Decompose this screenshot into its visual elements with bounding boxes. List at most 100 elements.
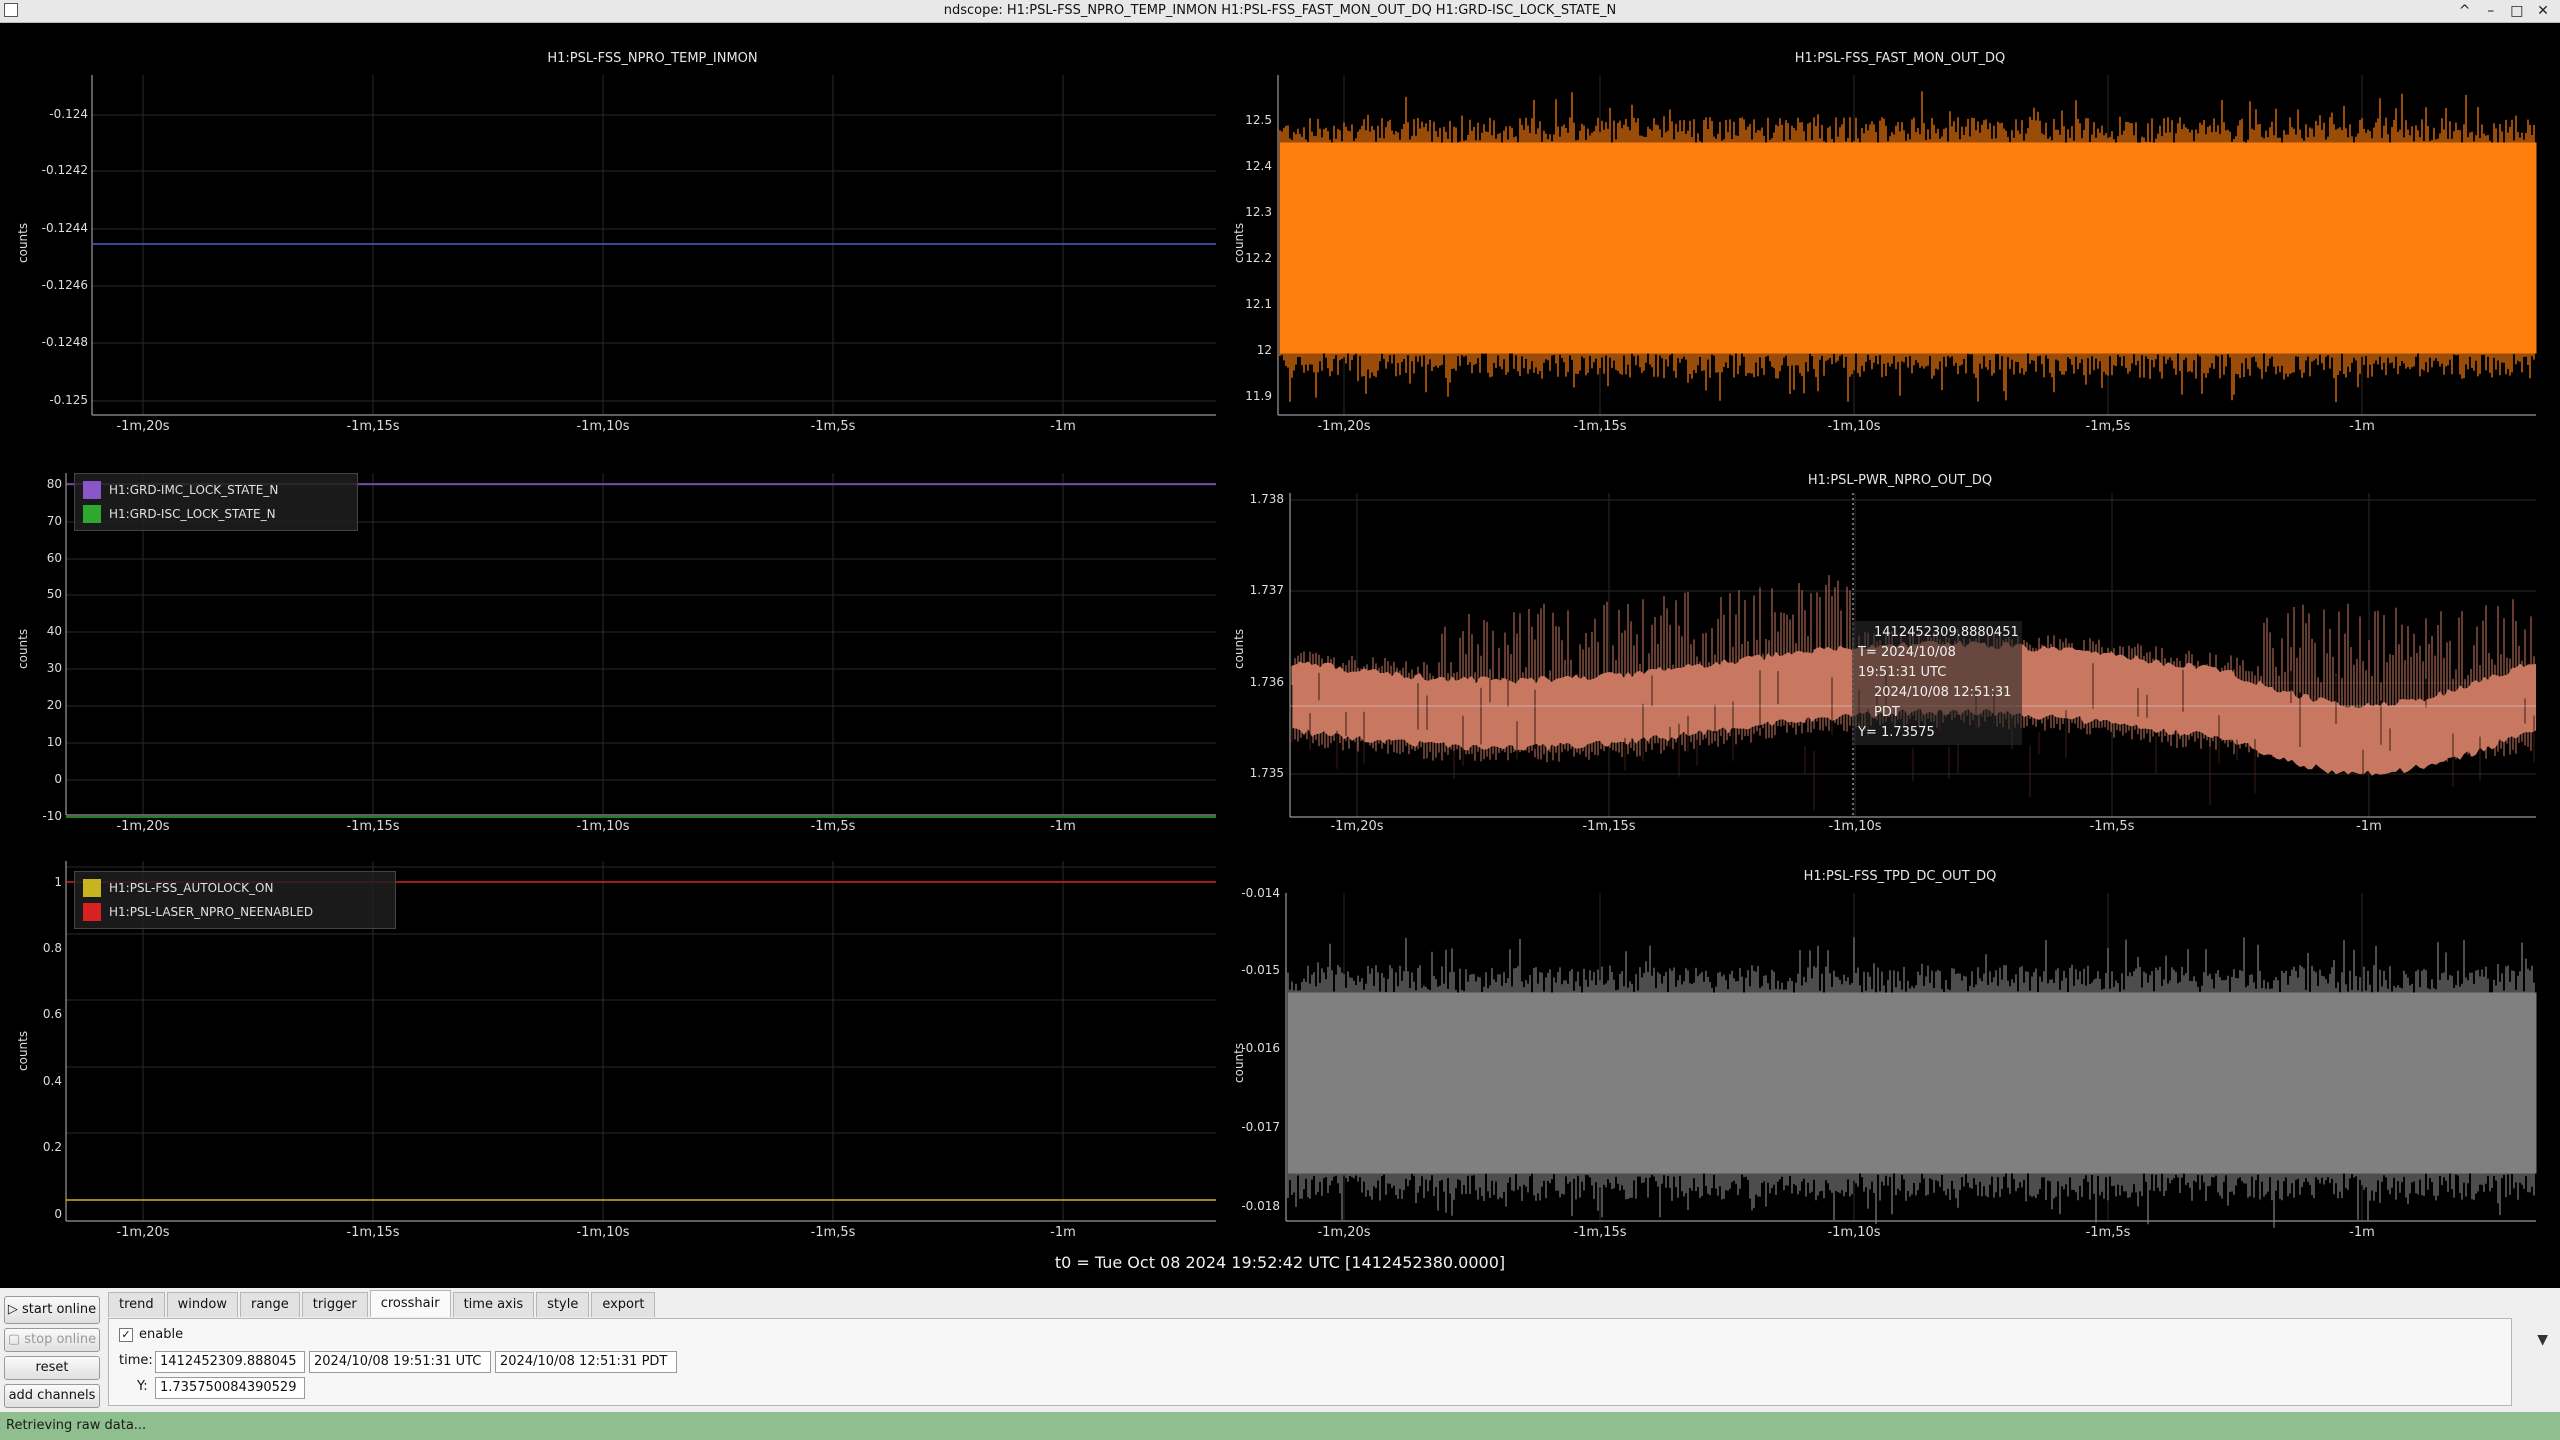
window-titlebar: ndscope: H1:PSL-FSS_NPRO_TEMP_INMON H1:P…: [0, 0, 2560, 23]
y-tick: 12.4: [1245, 159, 1272, 173]
plot-canvas: [1277, 75, 2537, 416]
y-tick: 0.6: [42, 1007, 62, 1021]
window-controls: ^ – □ ✕: [2454, 0, 2554, 22]
t0-label: t0 = Tue Oct 08 2024 19:52:42 UTC [14124…: [1054, 1253, 1506, 1272]
y-value-field[interactable]: 1.735750084390529: [155, 1377, 305, 1399]
y-tick: 80: [46, 477, 62, 491]
y-tick: 12.1: [1245, 297, 1272, 311]
enable-checkbox[interactable]: ✓ enable: [119, 1327, 183, 1342]
start-online-label: start online: [22, 1302, 97, 1317]
crosshair-utc: T= 2024/10/08 19:51:31 UTC: [1858, 645, 1956, 680]
x-tick: -1m,20s: [116, 819, 170, 834]
plot-fast-mon[interactable]: H1:PSL-FSS_FAST_MON_OUT_DQ counts 12.5 1…: [1232, 23, 2560, 443]
tab-bar: trend window range trigger crosshair tim…: [108, 1290, 657, 1318]
plot-lock-state[interactable]: counts 80 70 60 50 40 30 20 10 0 -10 H1:…: [0, 443, 1240, 841]
y-tick: -0.018: [1241, 1199, 1280, 1213]
time-label: time:: [119, 1353, 153, 1368]
y-tick: 70: [46, 514, 62, 528]
x-tick: -1m,15s: [1573, 1225, 1627, 1240]
crosshair-y: Y= 1.73575: [1858, 725, 1935, 740]
series-fast-mon: [1279, 91, 2537, 403]
x-tick: -1m: [2349, 1225, 2375, 1240]
legend-entry[interactable]: H1:PSL-LASER_NPRO_NEENABLED: [83, 900, 387, 924]
y-tick: -0.1242: [41, 163, 88, 177]
y-tick: -0.014: [1241, 886, 1280, 900]
keep-above-icon[interactable]: ^: [2454, 0, 2476, 22]
plot-area: H1:PSL-FSS_NPRO_TEMP_INMON counts -0.124: [0, 23, 2560, 1288]
x-tick: -1m,5s: [2085, 419, 2131, 434]
y-tick: 12.2: [1245, 251, 1272, 265]
legend-label: H1:PSL-LASER_NPRO_NEENABLED: [109, 905, 314, 919]
y-tick: 12.3: [1245, 205, 1272, 219]
x-tick: -1m,5s: [810, 819, 856, 834]
y-tick: 1.737: [1249, 583, 1284, 597]
tab-export[interactable]: export: [591, 1292, 656, 1317]
x-tick: -1m: [1050, 419, 1076, 434]
y-tick: 1.738: [1249, 492, 1284, 506]
legend-label: H1:GRD-IMC_LOCK_STATE_N: [109, 483, 279, 497]
y-tick: 12: [1256, 343, 1272, 357]
x-tick: -1m,5s: [2089, 819, 2135, 834]
status-bar: Retrieving raw data...: [0, 1412, 2560, 1440]
x-tick: -1m,20s: [1317, 1225, 1371, 1240]
legend: H1:PSL-FSS_AUTOLOCK_ON H1:PSL-LASER_NPRO…: [74, 871, 396, 929]
tab-crosshair[interactable]: crosshair: [369, 1290, 451, 1317]
plot-autolock[interactable]: counts 1 0.8 0.6 0.4 0.2 0 H1:PSL-FSS_AU…: [0, 841, 1240, 1251]
x-tick: -1m,10s: [576, 819, 630, 834]
x-tick: -1m,15s: [346, 1225, 400, 1240]
minimize-icon[interactable]: –: [2480, 0, 2502, 22]
y-tick: -0.017: [1241, 1120, 1280, 1134]
legend-entry[interactable]: H1:GRD-IMC_LOCK_STATE_N: [83, 478, 349, 502]
legend-swatch: [83, 903, 101, 921]
y-tick: 0.4: [42, 1074, 62, 1088]
tab-time-axis[interactable]: time axis: [452, 1292, 535, 1317]
x-tick: -1m,10s: [576, 419, 630, 434]
legend-entry[interactable]: H1:GRD-ISC_LOCK_STATE_N: [83, 502, 349, 526]
time-gps-field[interactable]: 1412452309.888045: [155, 1351, 305, 1373]
start-online-button[interactable]: ▷ start online: [4, 1296, 100, 1324]
plot-npro-temp[interactable]: H1:PSL-FSS_NPRO_TEMP_INMON counts -0.124: [0, 23, 1240, 443]
tab-style[interactable]: style: [536, 1292, 590, 1317]
plot-npro-power[interactable]: H1:PSL-PWR_NPRO_OUT_DQ counts 1.738 1.73…: [1232, 443, 2560, 841]
tab-trigger[interactable]: trigger: [301, 1292, 368, 1317]
x-tick: -1m,15s: [1582, 819, 1636, 834]
x-tick: -1m,10s: [1827, 1225, 1881, 1240]
legend-label: H1:GRD-ISC_LOCK_STATE_N: [109, 507, 276, 521]
legend-label: H1:PSL-FSS_AUTOLOCK_ON: [109, 881, 274, 895]
close-icon[interactable]: ✕: [2532, 0, 2554, 22]
x-tick: -1m: [1050, 819, 1076, 834]
y-tick: -0.1246: [41, 278, 88, 292]
x-tick: -1m,5s: [2085, 1225, 2131, 1240]
legend-entry[interactable]: H1:PSL-FSS_AUTOLOCK_ON: [83, 876, 387, 900]
legend-swatch: [83, 505, 101, 523]
stop-online-button[interactable]: ▢ stop online: [4, 1328, 100, 1352]
y-tick: 20: [46, 698, 62, 712]
y-tick: 0: [54, 772, 62, 786]
y-tick: 1.736: [1249, 675, 1284, 689]
time-pdt-field[interactable]: 2024/10/08 12:51:31 PDT: [495, 1351, 677, 1373]
add-channels-button[interactable]: add channels: [4, 1384, 100, 1408]
y-tick: -10: [42, 809, 62, 823]
x-tick: -1m,10s: [1827, 419, 1881, 434]
tab-range[interactable]: range: [239, 1292, 300, 1317]
y-tick: -0.015: [1241, 963, 1280, 977]
time-utc-field[interactable]: 2024/10/08 19:51:31 UTC: [309, 1351, 491, 1373]
reset-button[interactable]: reset: [4, 1356, 100, 1380]
tab-trend[interactable]: trend: [108, 1292, 165, 1317]
y-tick: 0: [54, 1207, 62, 1221]
y-tick: 50: [46, 587, 62, 601]
y-tick: 11.9: [1245, 389, 1272, 403]
maximize-icon[interactable]: □: [2506, 0, 2528, 22]
y-tick: 60: [46, 551, 62, 565]
plot-tpd-dc[interactable]: H1:PSL-FSS_TPD_DC_OUT_DQ counts -0.014 -…: [1232, 841, 2560, 1251]
x-tick: -1m,5s: [810, 1225, 856, 1240]
y-tick: 0.2: [42, 1140, 62, 1154]
legend-swatch: [83, 879, 101, 897]
control-panel: ▷ start online ▢ stop online reset add c…: [0, 1288, 2560, 1412]
collapse-arrow-icon[interactable]: ▼: [2537, 1332, 2548, 1348]
y-tick: -0.1248: [41, 335, 88, 349]
y-tick: 30: [46, 661, 62, 675]
tab-window[interactable]: window: [166, 1292, 238, 1317]
y-tick: -0.125: [49, 393, 88, 407]
series-tpd-dc: [1287, 937, 2537, 1228]
